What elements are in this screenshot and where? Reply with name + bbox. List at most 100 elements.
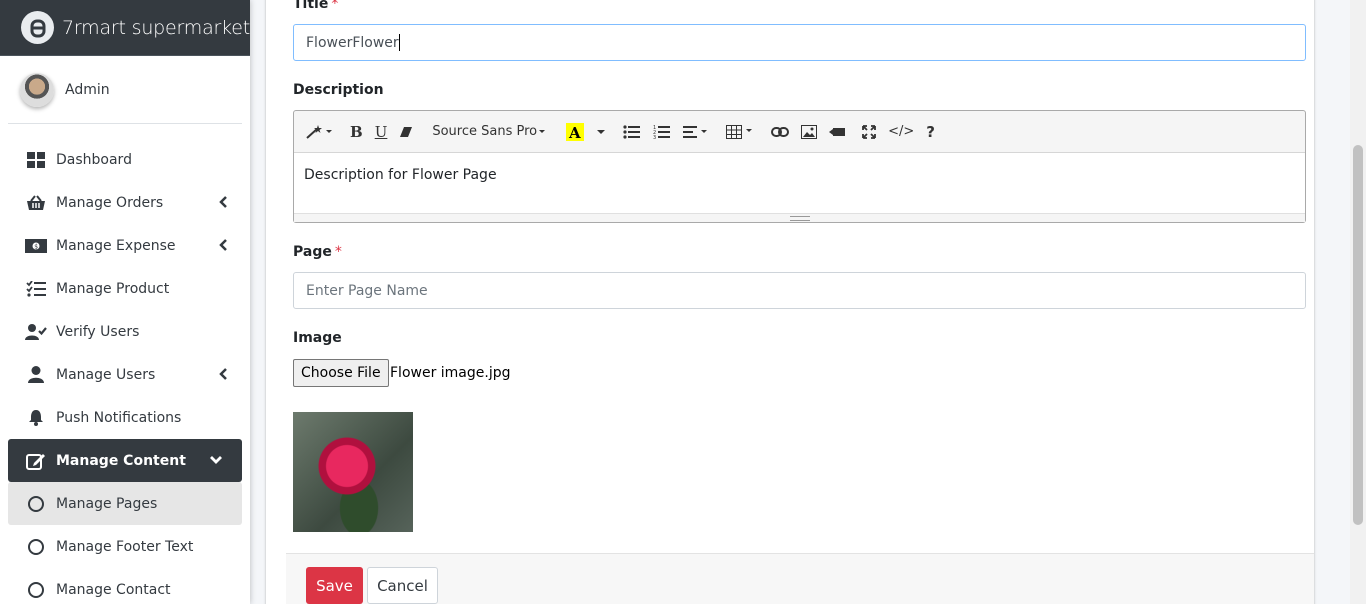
svg-text:A: A	[568, 124, 581, 141]
magic-wand-icon	[306, 124, 332, 139]
unordered-list-button[interactable]	[617, 116, 648, 147]
page-name-input[interactable]: Enter Page Name	[293, 272, 1306, 309]
sidebar-item-label: Push Notifications	[56, 409, 182, 426]
bold-icon: B	[350, 122, 363, 141]
sidebar-item-label: Manage Pages	[56, 495, 158, 512]
edit-icon	[25, 451, 47, 471]
bold-button[interactable]: B	[344, 116, 369, 147]
sidebar-item-label: Dashboard	[56, 151, 132, 168]
paragraph-align-button[interactable]	[677, 116, 716, 147]
video-button[interactable]	[823, 116, 852, 147]
sidebar-item-manage-expense[interactable]: $ Manage Expense	[8, 224, 242, 267]
font-color-dropdown[interactable]	[590, 116, 613, 147]
basket-icon	[25, 193, 47, 213]
circle-icon	[25, 494, 47, 514]
brand-logo-icon	[21, 11, 54, 44]
ordered-list-button[interactable]: 123	[647, 116, 678, 147]
title-label-text: Title	[293, 0, 329, 12]
image-label: Image	[293, 330, 342, 346]
code-view-button[interactable]: </>	[882, 116, 921, 147]
page-label: Page *	[293, 244, 342, 260]
eraser-button[interactable]	[393, 116, 420, 147]
sidebar-item-manage-orders[interactable]: Manage Orders	[8, 181, 242, 224]
title-input[interactable]: FlowerFlower	[293, 24, 1306, 61]
sidebar-item-manage-footer-text[interactable]: Manage Footer Text	[8, 525, 242, 568]
font-family-select[interactable]: Source Sans Pro	[424, 116, 556, 147]
chevron-left-icon	[219, 368, 227, 380]
user-icon	[25, 365, 47, 385]
sidebar-item-push-notifications[interactable]: Push Notifications	[8, 396, 242, 439]
title-label: Title *	[293, 0, 338, 12]
caret-down-icon	[539, 129, 546, 133]
expand-icon	[862, 124, 877, 139]
table-icon	[726, 124, 753, 139]
font-color-icon: A	[566, 122, 585, 141]
question-icon: ?	[926, 122, 935, 141]
sidebar: 7rmart supermarket Admin Dashboard Manag…	[0, 0, 250, 604]
circle-icon	[25, 537, 47, 557]
svg-text:3: 3	[653, 135, 656, 139]
tasks-icon	[25, 279, 47, 299]
sidebar-item-label: Manage Expense	[56, 237, 176, 254]
main-content: Title * FlowerFlower Description B U Sour…	[250, 0, 1350, 604]
scrollbar-thumb[interactable]	[1353, 145, 1363, 525]
image-button[interactable]	[795, 116, 824, 147]
list-ul-icon	[623, 124, 641, 139]
brand[interactable]: 7rmart supermarket	[0, 0, 250, 56]
user-panel[interactable]: Admin	[8, 56, 242, 124]
page-label-text: Page	[293, 244, 332, 260]
title-input-value: FlowerFlower	[306, 34, 399, 51]
required-mark: *	[331, 0, 339, 12]
sidebar-item-label: Manage Content	[56, 452, 186, 469]
sidebar-item-label: Manage Contact	[56, 581, 171, 598]
save-button[interactable]: Save	[306, 567, 363, 604]
sidebar-item-manage-product[interactable]: Manage Product	[8, 267, 242, 310]
sidebar-item-manage-content[interactable]: Manage Content	[8, 439, 242, 482]
avatar	[20, 72, 54, 107]
table-button[interactable]	[720, 116, 761, 147]
image-preview	[293, 412, 413, 532]
sidebar-item-verify-users[interactable]: Verify Users	[8, 310, 242, 353]
description-editable[interactable]: Description for Flower Page	[294, 153, 1305, 213]
eraser-icon	[400, 126, 413, 137]
chevron-left-icon	[219, 239, 227, 251]
image-icon	[801, 124, 818, 139]
sidebar-item-manage-contact[interactable]: Manage Contact	[8, 568, 242, 604]
underline-button[interactable]: U	[368, 116, 394, 147]
link-button[interactable]	[765, 116, 796, 147]
video-icon	[829, 127, 846, 136]
underline-icon: U	[374, 122, 388, 141]
sidebar-item-label: Manage Footer Text	[56, 538, 194, 555]
sidebar-item-manage-users[interactable]: Manage Users	[8, 353, 242, 396]
required-mark: *	[334, 244, 342, 260]
sidebar-item-dashboard[interactable]: Dashboard	[8, 138, 242, 181]
sidebar-item-label: Manage Users	[56, 366, 156, 383]
sidebar-item-label: Manage Product	[56, 280, 170, 297]
editor-resize-handle[interactable]	[294, 213, 1305, 222]
circle-icon	[25, 580, 47, 600]
editor-toolbar: B U Source Sans Pro A 123 </> ?	[294, 111, 1305, 153]
sidebar-nav: Dashboard Manage Orders $ Manage Expense…	[0, 138, 250, 604]
sidebar-item-manage-pages[interactable]: Manage Pages	[8, 482, 242, 525]
card-footer	[286, 553, 1314, 604]
choose-file-button[interactable]: Choose File	[293, 359, 389, 387]
link-icon	[771, 126, 790, 137]
page-scrollbar[interactable]	[1350, 0, 1366, 604]
sidebar-item-label: Manage Orders	[56, 194, 164, 211]
brand-text: 7rmart supermarket	[62, 16, 250, 39]
money-icon: $	[25, 236, 47, 256]
description-label: Description	[293, 82, 384, 98]
description-editor: B U Source Sans Pro A 123 </> ? Descript…	[293, 110, 1306, 223]
bell-icon	[25, 408, 47, 428]
font-color-button[interactable]: A	[560, 116, 591, 147]
dashboard-icon	[25, 150, 47, 170]
caret-down-icon	[597, 129, 606, 134]
cancel-button[interactable]: Cancel	[367, 567, 438, 604]
sidebar-item-label: Verify Users	[56, 323, 140, 340]
fullscreen-button[interactable]	[856, 116, 883, 147]
font-family-value: Source Sans Pro	[432, 124, 538, 139]
magic-style-button[interactable]	[299, 116, 339, 147]
user-name: Admin	[65, 81, 110, 98]
help-button[interactable]: ?	[920, 116, 941, 147]
chevron-down-icon	[210, 456, 222, 464]
